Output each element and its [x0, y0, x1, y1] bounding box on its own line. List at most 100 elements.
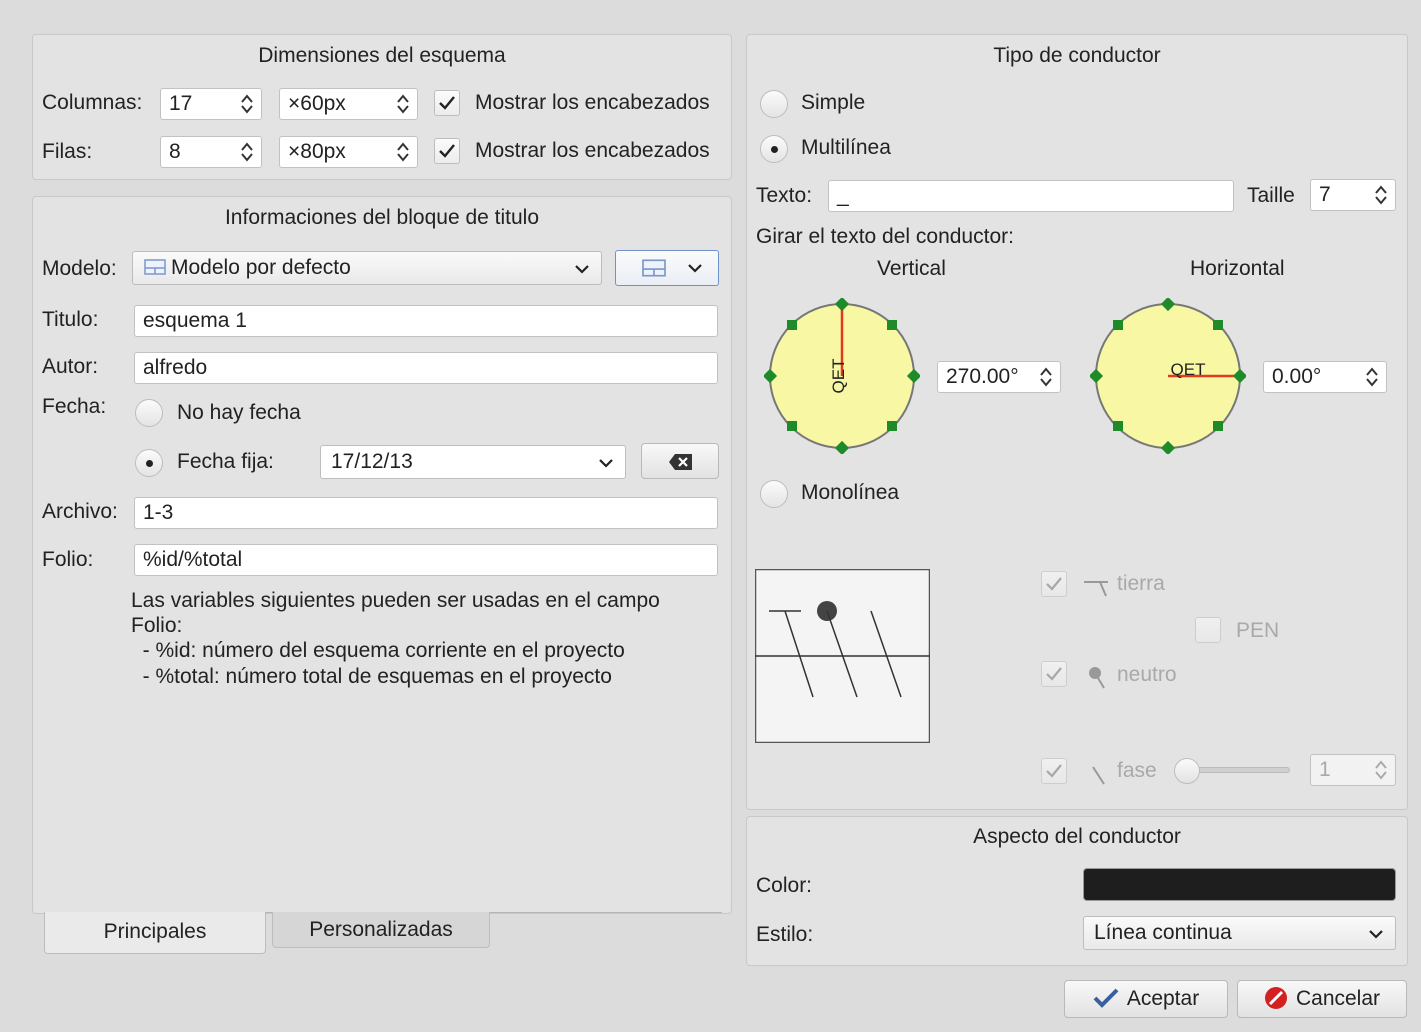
- dial-handle[interactable]: [1113, 421, 1123, 431]
- text-size-value: 7: [1319, 183, 1331, 206]
- radio-selected-dot: [146, 460, 153, 467]
- conductor-text-input[interactable]: _: [828, 180, 1234, 212]
- horizontal-angle-value: 0.00°: [1272, 365, 1322, 388]
- row-height-value: ×80px: [288, 140, 346, 163]
- fecha-label: Fecha:: [42, 395, 107, 418]
- checkmark-icon: [439, 96, 455, 110]
- spin-arrows-icon[interactable]: [1038, 366, 1054, 388]
- tab-personalizadas[interactable]: Personalizadas: [272, 912, 490, 948]
- monoline-label: Monolínea: [801, 481, 900, 504]
- schema-dimensions-title: Dimensiones del esquema: [258, 44, 506, 67]
- folio-label: Folio:: [42, 548, 94, 571]
- clear-date-button[interactable]: [641, 443, 719, 479]
- vertical-angle-spinbox[interactable]: 270.00°: [937, 361, 1061, 393]
- spin-arrows-icon[interactable]: [395, 141, 411, 163]
- spin-arrows-icon[interactable]: [395, 93, 411, 115]
- show-column-headers-checkbox[interactable]: [434, 90, 460, 116]
- phase-count-spinbox[interactable]: 1: [1310, 754, 1396, 786]
- text-size-label: Taille: [1247, 184, 1295, 207]
- monoline-radio[interactable]: [760, 480, 788, 508]
- row-height-spinbox[interactable]: ×80px: [279, 136, 418, 168]
- multiline-label: Multilínea: [801, 136, 891, 159]
- date-picker[interactable]: 17/12/13: [320, 445, 626, 479]
- checkmark-icon: [1093, 988, 1119, 1008]
- model-select[interactable]: Modelo por defecto: [132, 251, 602, 285]
- vertical-rotation-dial[interactable]: QET: [764, 298, 920, 454]
- dial-handle[interactable]: [787, 320, 797, 330]
- column-width-value: ×60px: [288, 92, 346, 115]
- no-date-label: No hay fecha: [177, 401, 301, 424]
- show-row-headers-label: Mostrar los encabezados: [475, 139, 710, 162]
- cancel-icon: [1264, 987, 1287, 1009]
- titleblock-actions-button[interactable]: [615, 250, 719, 286]
- show-row-headers-checkbox[interactable]: [434, 138, 460, 164]
- titleblock-template-icon: [144, 259, 166, 275]
- rotate-text-label: Girar el texto del conductor:: [756, 225, 1014, 248]
- rows-label: Filas:: [42, 140, 93, 163]
- checkmark-icon: [439, 144, 455, 158]
- fixed-date-label: Fecha fija:: [177, 450, 274, 473]
- spin-arrows-icon[interactable]: [1364, 366, 1380, 388]
- column-width-spinbox[interactable]: ×60px: [279, 88, 418, 120]
- phase-checkbox[interactable]: [1041, 758, 1067, 784]
- line-style-select[interactable]: Línea continua: [1083, 916, 1396, 950]
- text-size-spinbox[interactable]: 7: [1310, 179, 1396, 211]
- earth-symbol-icon: [1084, 581, 1108, 597]
- conductor-type-title: Tipo de conductor: [993, 44, 1161, 67]
- spin-arrows-icon[interactable]: [239, 141, 255, 163]
- titulo-input[interactable]: esquema 1: [134, 305, 718, 337]
- vertical-label: Vertical: [877, 257, 946, 280]
- accept-label: Aceptar: [1126, 987, 1200, 1010]
- cancel-button[interactable]: Cancelar: [1237, 980, 1407, 1018]
- phase-slider-handle[interactable]: [1174, 758, 1200, 784]
- earth-checkbox[interactable]: [1041, 571, 1067, 597]
- archivo-input[interactable]: 1-3: [134, 497, 718, 529]
- simple-label: Simple: [801, 91, 866, 114]
- rows-spinbox[interactable]: 8: [160, 136, 262, 168]
- tab-principales[interactable]: Principales: [44, 912, 266, 954]
- cancel-label: Cancelar: [1295, 987, 1381, 1010]
- color-label: Color:: [756, 874, 813, 897]
- fixed-date-radio[interactable]: [135, 449, 163, 477]
- pen-checkbox[interactable]: [1195, 617, 1221, 643]
- dial-handle[interactable]: [887, 421, 897, 431]
- show-column-headers-label: Mostrar los encabezados: [475, 91, 710, 114]
- accept-button[interactable]: Aceptar: [1064, 980, 1228, 1018]
- autor-label: Autor:: [42, 355, 99, 378]
- phase-count-value: 1: [1319, 758, 1331, 781]
- checkmark-icon: [1046, 764, 1062, 778]
- model-select-value: Modelo por defecto: [171, 256, 351, 279]
- autor-input[interactable]: alfredo: [134, 352, 718, 384]
- simple-radio[interactable]: [760, 90, 788, 118]
- neutral-symbol-icon: [1089, 667, 1105, 689]
- neutral-label: neutro: [1117, 663, 1177, 686]
- dial-handle[interactable]: [1213, 320, 1223, 330]
- folio-help-line-4: - %total: número total de esquemas en el…: [131, 665, 612, 688]
- conductor-text-label: Texto:: [756, 184, 813, 207]
- line-style-value: Línea continua: [1094, 921, 1232, 944]
- columns-spinbox[interactable]: 17: [160, 88, 262, 120]
- multiline-radio[interactable]: [760, 135, 788, 163]
- spin-arrows-icon[interactable]: [239, 93, 255, 115]
- horizontal-rotation-dial[interactable]: QET: [1090, 298, 1246, 454]
- folio-help-line-2: Folio:: [131, 614, 183, 637]
- dial-handle[interactable]: [1213, 421, 1223, 431]
- conductor-appearance-title: Aspecto del conductor: [973, 825, 1181, 848]
- spin-arrows-icon[interactable]: [1373, 184, 1389, 206]
- dial-handle[interactable]: [1113, 320, 1123, 330]
- dial-handle[interactable]: [887, 320, 897, 330]
- phase-label: fase: [1117, 759, 1157, 782]
- neutral-checkbox[interactable]: [1041, 661, 1067, 687]
- style-label: Estilo:: [756, 923, 814, 946]
- no-date-radio[interactable]: [135, 399, 163, 427]
- folio-input[interactable]: %id/%total: [134, 544, 718, 576]
- titleblock-title: Informaciones del bloque de titulo: [224, 206, 540, 229]
- spin-arrows-icon[interactable]: [1373, 759, 1389, 781]
- vertical-dial-text: QET: [829, 359, 848, 394]
- color-swatch-button[interactable]: [1083, 868, 1396, 901]
- horizontal-angle-spinbox[interactable]: 0.00°: [1263, 361, 1387, 393]
- folio-help-line-1: Las variables siguientes pueden ser usad…: [131, 589, 660, 612]
- checkmark-icon: [1046, 577, 1062, 591]
- dial-handle[interactable]: [787, 421, 797, 431]
- rows-value: 8: [169, 140, 181, 163]
